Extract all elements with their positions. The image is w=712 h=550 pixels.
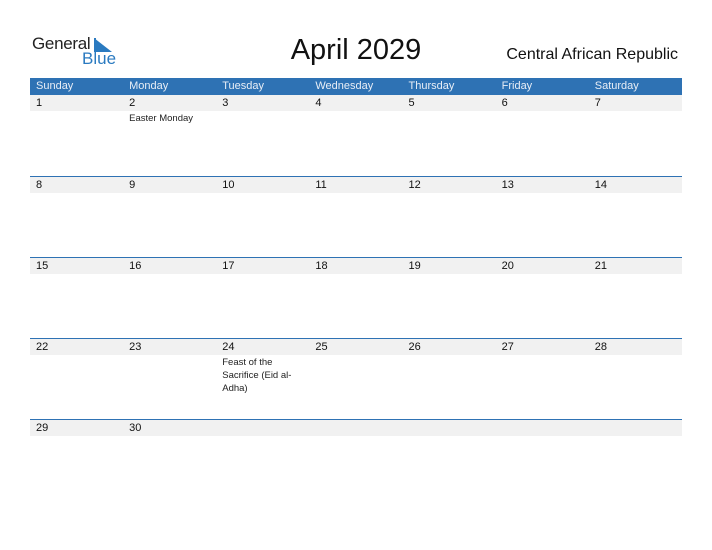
holiday-label <box>123 436 216 437</box>
day-number: 9 <box>129 179 136 191</box>
day-number: 17 <box>222 260 235 272</box>
day-number: 24 <box>222 341 235 353</box>
day-number: 19 <box>408 260 421 272</box>
day-number: 28 <box>594 341 607 353</box>
day-number-row: 8 9 10 11 12 13 14 <box>30 177 682 193</box>
weekday-monday: Monday <box>129 80 169 92</box>
day-number: 15 <box>36 260 49 272</box>
day-number: 2 <box>129 97 136 109</box>
holiday-label <box>496 193 589 194</box>
weekday-friday: Friday <box>501 80 533 92</box>
day-number <box>216 420 309 436</box>
day-number: 26 <box>408 341 421 353</box>
day-number: 20 <box>501 260 514 272</box>
day-number: 12 <box>408 179 421 191</box>
holiday-label: Feast of the Sacrifice (Eid al-Adha) <box>222 357 292 394</box>
holiday-label <box>496 355 589 395</box>
holiday-label <box>403 436 496 437</box>
week-row: 15 16 17 18 19 20 21 <box>30 257 682 338</box>
day-number-row: 22 23 24 25 26 27 28 <box>30 339 682 355</box>
day-number: 8 <box>36 179 43 191</box>
week-row: 29 30 <box>30 419 682 500</box>
holiday-label <box>123 355 216 395</box>
day-number: 30 <box>129 422 142 434</box>
day-number: 4 <box>315 97 322 109</box>
day-number: 1 <box>36 97 43 109</box>
holiday-label: Easter Monday <box>129 113 194 124</box>
holiday-label <box>123 274 216 275</box>
weekday-thursday: Thursday <box>408 80 455 92</box>
day-number: 18 <box>315 260 328 272</box>
event-row <box>30 193 682 194</box>
day-number: 13 <box>501 179 514 191</box>
day-number-row: 15 16 17 18 19 20 21 <box>30 258 682 274</box>
day-number: 5 <box>408 97 415 109</box>
holiday-label <box>30 436 123 437</box>
weekday-header: Sunday Monday Tuesday Wednesday Thursday… <box>30 78 682 95</box>
weekday-tuesday: Tuesday <box>222 80 265 92</box>
day-number: 21 <box>594 260 607 272</box>
holiday-label <box>589 274 682 275</box>
event-row <box>30 436 682 437</box>
holiday-label <box>496 274 589 275</box>
holiday-label <box>216 111 309 125</box>
day-number-row: 1 2 3 4 5 6 7 <box>30 95 682 111</box>
holiday-label <box>496 111 589 125</box>
holiday-label <box>123 193 216 194</box>
day-number: 29 <box>36 422 49 434</box>
weekday-wednesday: Wednesday <box>315 80 374 92</box>
day-number: 6 <box>501 97 508 109</box>
holiday-label <box>403 193 496 194</box>
day-number: 27 <box>501 341 514 353</box>
week-row: 8 9 10 11 12 13 14 <box>30 176 682 257</box>
holiday-label <box>309 193 402 194</box>
holiday-label <box>216 436 309 437</box>
day-number: 25 <box>315 341 328 353</box>
event-row: Feast of the Sacrifice (Eid al-Adha) <box>30 355 682 395</box>
holiday-label <box>216 274 309 275</box>
holiday-label <box>496 436 589 437</box>
day-number: 23 <box>129 341 142 353</box>
week-row: 1 2 3 4 5 6 7 Easter Monday <box>30 95 682 176</box>
holiday-label <box>309 111 402 125</box>
day-number-row: 29 30 <box>30 420 682 436</box>
calendar: Sunday Monday Tuesday Wednesday Thursday… <box>30 78 682 500</box>
holiday-label <box>589 355 682 395</box>
holiday-label <box>30 355 123 395</box>
holiday-label <box>309 355 402 395</box>
day-number: 7 <box>594 97 601 109</box>
holiday-label <box>30 111 123 125</box>
event-row: Easter Monday <box>30 111 682 125</box>
day-number <box>589 420 682 436</box>
holiday-label <box>403 355 496 395</box>
holiday-label <box>589 193 682 194</box>
day-number: 14 <box>594 179 607 191</box>
country-label: Central African Republic <box>506 46 678 63</box>
holiday-label <box>309 436 402 437</box>
event-row <box>30 274 682 275</box>
holiday-label <box>30 274 123 275</box>
day-number: 16 <box>129 260 142 272</box>
holiday-label <box>309 274 402 275</box>
week-row: 22 23 24 25 26 27 28 Feast of the Sacrifice (Ei… <box>30 338 682 419</box>
day-number <box>403 420 496 436</box>
day-number: 22 <box>36 341 49 353</box>
holiday-label <box>216 193 309 194</box>
day-number <box>496 420 589 436</box>
weekday-saturday: Saturday <box>594 80 639 92</box>
day-number: 10 <box>222 179 235 191</box>
holiday-label <box>403 111 496 125</box>
day-number <box>309 420 402 436</box>
holiday-label <box>589 436 682 437</box>
day-number: 3 <box>222 97 229 109</box>
day-number: 11 <box>315 179 327 191</box>
holiday-label <box>589 111 682 125</box>
holiday-label <box>30 193 123 194</box>
holiday-label <box>403 274 496 275</box>
weekday-sunday: Sunday <box>36 80 74 92</box>
